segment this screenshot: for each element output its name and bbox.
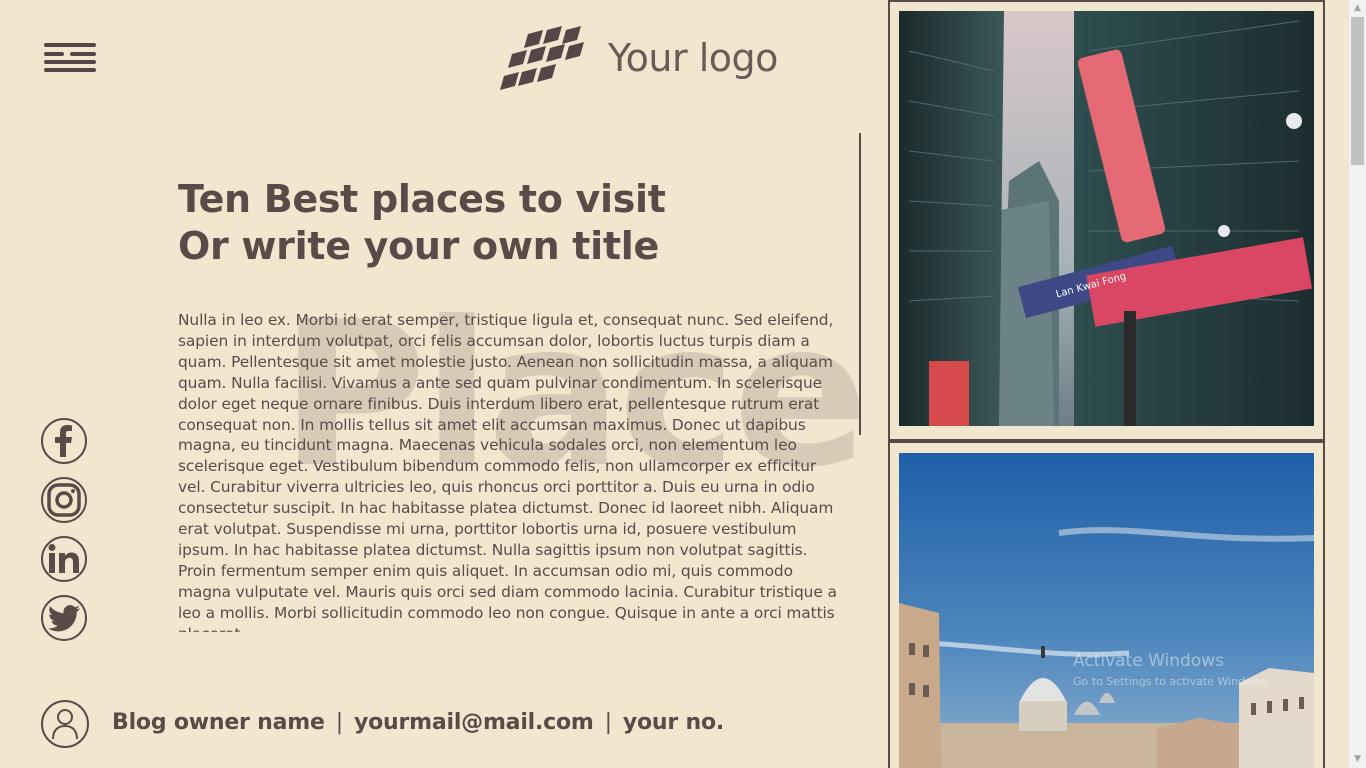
facebook-icon: [55, 425, 72, 457]
twitter-link[interactable]: [41, 595, 87, 641]
owner-contact-line: Blog owner name | yourmail@mail.com | your n…: [112, 710, 724, 735]
twitter-icon: [48, 604, 80, 631]
logo[interactable]: Your logo: [498, 26, 778, 94]
photo-frame-2: [888, 441, 1325, 768]
post-title: Ten Best places to visit Or write your o…: [178, 176, 838, 270]
scrollbar-thumb[interactable]: [1351, 17, 1364, 165]
vertical-scrollbar[interactable]: ▲ ▼: [1349, 0, 1366, 768]
owner-name: Blog owner name: [112, 710, 325, 735]
linkedin-icon: [48, 544, 79, 573]
activate-windows-notice: Activate Windows Go to Settings to activ…: [1073, 651, 1270, 688]
facebook-link[interactable]: [41, 418, 87, 464]
scroll-up-arrow-icon[interactable]: ▲: [1349, 0, 1366, 17]
logo-text: Your logo: [608, 36, 778, 80]
vertical-divider: [859, 133, 861, 435]
activate-subtitle: Go to Settings to activate Windows.: [1073, 675, 1271, 688]
post-body-text[interactable]: Nulla in leo ex. Morbi id erat semper, t…: [178, 310, 842, 632]
linkedin-link[interactable]: [41, 536, 87, 582]
city-street-sign-photo[interactable]: Lan Kwai Fong: [899, 11, 1314, 426]
instagram-icon: [47, 483, 81, 517]
person-icon: [52, 709, 78, 740]
scroll-down-arrow-icon[interactable]: ▼: [1349, 751, 1366, 768]
tiled-squares-logo-icon: [500, 26, 584, 90]
user-avatar-icon: [41, 700, 89, 748]
photo-frame-1: Lan Kwai Fong: [888, 0, 1325, 441]
owner-email[interactable]: yourmail@mail.com: [354, 710, 594, 735]
instagram-link[interactable]: [41, 477, 87, 523]
activate-title: Activate Windows: [1073, 651, 1224, 671]
post-title-line-2: Or write your own title: [178, 224, 659, 268]
venice-domes-photo[interactable]: [899, 453, 1314, 768]
post-title-line-1: Ten Best places to visit: [178, 177, 666, 221]
separator: |: [335, 710, 343, 735]
separator: |: [604, 710, 612, 735]
hamburger-menu-icon[interactable]: [44, 43, 96, 73]
owner-phone[interactable]: your no.: [623, 710, 724, 735]
